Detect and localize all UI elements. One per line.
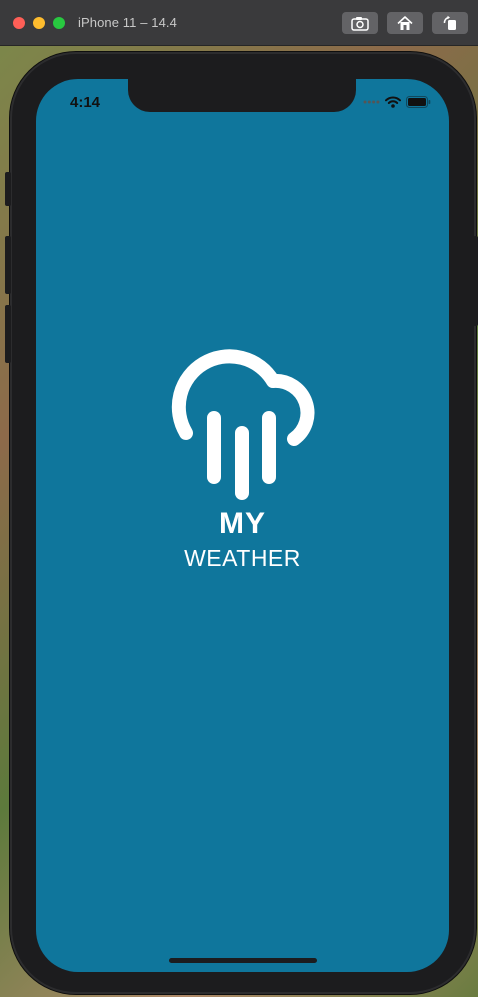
app-screen[interactable]: 4:14 MY WEATHER <box>36 79 449 972</box>
device-notch <box>128 79 356 112</box>
camera-icon <box>351 16 369 31</box>
minimize-window-button[interactable] <box>33 17 45 29</box>
status-time: 4:14 <box>70 94 101 111</box>
battery-icon <box>406 96 431 108</box>
window-title: iPhone 11 – 14.4 <box>78 15 177 30</box>
screenshot-button[interactable] <box>342 12 378 34</box>
cellular-icon <box>363 100 380 104</box>
simulator-titlebar: iPhone 11 – 14.4 <box>0 0 478 46</box>
zoom-window-button[interactable] <box>53 17 65 29</box>
app-title-weather: WEATHER <box>184 545 301 571</box>
volume-down-button <box>5 305 11 363</box>
power-button <box>473 236 478 326</box>
home-button[interactable] <box>387 12 423 34</box>
home-icon <box>397 15 413 30</box>
home-indicator[interactable] <box>169 958 317 963</box>
mute-switch <box>5 172 11 206</box>
close-window-button[interactable] <box>13 17 25 29</box>
app-title-my: MY <box>219 507 266 540</box>
status-icons <box>363 96 431 108</box>
rotate-button[interactable] <box>432 12 468 34</box>
cloud-rain-icon <box>171 349 315 500</box>
rotate-icon <box>443 15 456 30</box>
wifi-icon <box>385 96 401 108</box>
volume-up-button <box>5 236 11 294</box>
